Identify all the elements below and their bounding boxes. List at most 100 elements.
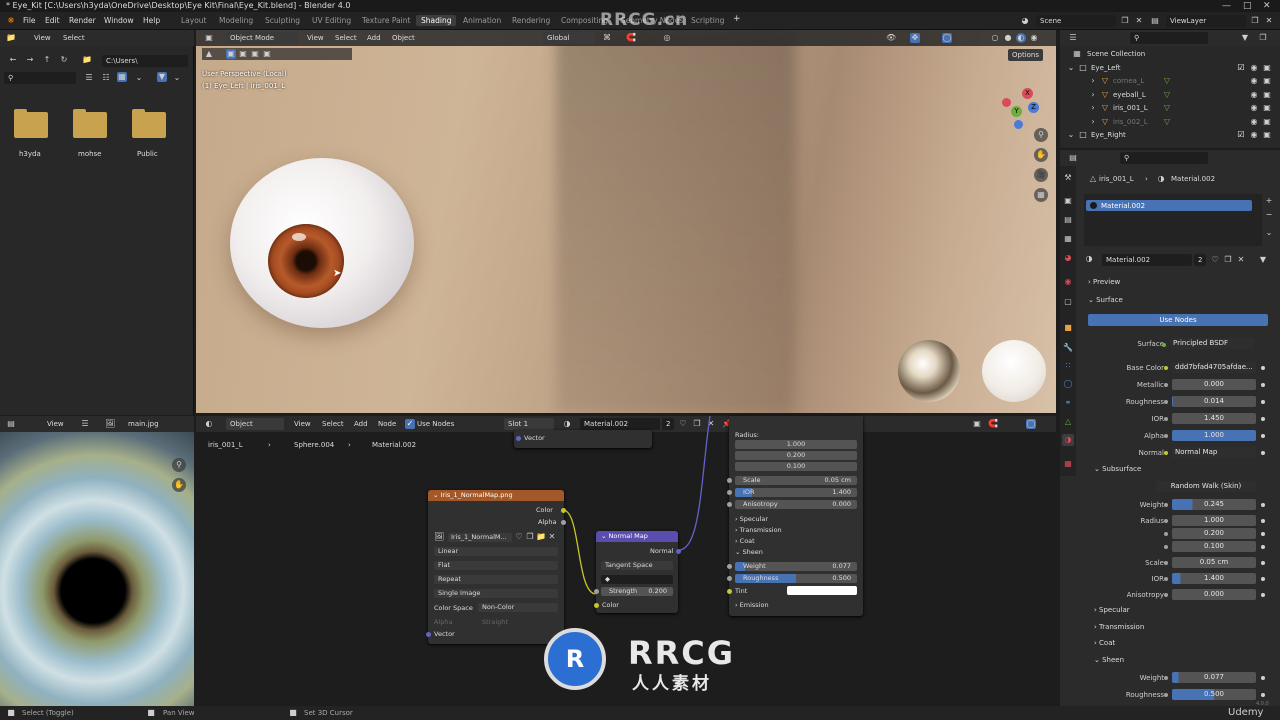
new-folder-icon[interactable]: 📁 [82, 55, 92, 65]
image-icon[interactable]: 🖼 [105, 419, 115, 429]
render-tab-icon[interactable]: ▣ [1062, 195, 1074, 207]
menu-view[interactable]: View [34, 34, 51, 42]
duplicate-icon[interactable]: ❐ [1223, 255, 1233, 265]
normal-node-header[interactable]: ⌄ Normal Map [596, 531, 678, 542]
color-input-socket[interactable] [594, 603, 599, 608]
filter-icon[interactable]: ▼ [157, 72, 167, 82]
ior-field[interactable]: IOR 1.400 [735, 488, 857, 497]
new-collection-icon[interactable]: ❐ [1258, 33, 1268, 43]
keyframe-dot-icon[interactable] [1261, 561, 1265, 565]
render-camera-icon[interactable]: ▣ [1262, 130, 1272, 140]
hamburger-menu-icon[interactable]: ☰ [80, 419, 90, 429]
x-axis-negative-dot[interactable] [1002, 98, 1011, 107]
render-camera-icon[interactable]: ▣ [1262, 63, 1272, 73]
collapsed-section[interactable]: › Transmission [1094, 623, 1144, 631]
outliner-collection-row[interactable]: ⌄ □ Eye_Right ☑ ◉ ▣ [1060, 130, 1280, 142]
keyframe-dot-icon[interactable] [1261, 451, 1265, 455]
vector-socket[interactable] [516, 436, 521, 441]
view-layer-selector[interactable]: ViewLayer [1166, 15, 1246, 27]
menu-file[interactable]: File [23, 16, 36, 25]
visibility-eye-icon[interactable]: ◉ [1249, 90, 1259, 100]
expand-icon[interactable]: › [1088, 117, 1098, 127]
collapsed-section[interactable]: › Specular [1094, 606, 1130, 614]
keyframe-dot-icon[interactable] [1261, 434, 1265, 438]
interpolation-dropdown[interactable]: Linear [434, 547, 558, 556]
strength-field[interactable]: Strength 0.200 [601, 587, 673, 596]
mode-selector[interactable]: Object Mode [226, 32, 298, 44]
input-socket[interactable] [1164, 417, 1168, 421]
expand-icon[interactable]: ⌄ [1066, 63, 1076, 73]
projection-dropdown[interactable]: Flat [434, 561, 558, 570]
tab-uv-editing[interactable]: UV Editing [307, 15, 356, 26]
menu-help[interactable]: Help [143, 16, 160, 25]
tab-shading[interactable]: Shading [416, 15, 457, 26]
delete-scene-icon[interactable]: ✕ [1134, 16, 1144, 26]
surface-socket[interactable] [1162, 343, 1166, 347]
tool-tab-icon[interactable]: ⚒ [1062, 172, 1074, 184]
anisotropy-socket[interactable] [727, 502, 732, 507]
expand-icon[interactable]: › [1088, 103, 1098, 113]
menu-edit[interactable]: Edit [45, 16, 60, 25]
tab-sculpting[interactable]: Sculpting [260, 15, 305, 26]
wireframe-shading-icon[interactable]: ○ [990, 33, 1000, 43]
pan-hand-icon[interactable]: ✋ [1034, 148, 1048, 162]
filter-icon[interactable]: ▼ [1240, 33, 1250, 43]
specular-section[interactable]: › Specular [735, 515, 768, 523]
input-socket[interactable] [1164, 400, 1168, 404]
world-tab-icon[interactable]: ◉ [1062, 276, 1074, 288]
search-input[interactable]: ⚲ [1120, 152, 1208, 164]
surface-shader-field[interactable]: Principled BSDF [1170, 338, 1254, 349]
new-scene-icon[interactable]: ❐ [1120, 16, 1130, 26]
pivot-icon[interactable]: ⌘ [602, 33, 612, 43]
menu-object[interactable]: Object [392, 34, 415, 42]
object-tab-icon[interactable]: ■ [1062, 322, 1074, 334]
input-socket[interactable] [1164, 532, 1168, 536]
list-horizontal-icon[interactable]: ☷ [101, 73, 111, 83]
input-socket[interactable] [1164, 692, 1168, 697]
chevron-down-icon[interactable]: ⌄ [134, 73, 144, 83]
property-value-field[interactable]: 0.077 [1172, 671, 1256, 683]
transmission-section[interactable]: › Transmission [735, 526, 782, 534]
extension-dropdown[interactable]: Repeat [434, 575, 558, 584]
input-socket[interactable] [1164, 561, 1168, 565]
y-axis-dot[interactable]: Y [1011, 106, 1022, 117]
overlay-icon[interactable]: ◯ [942, 33, 952, 43]
property-value-field[interactable]: 1.000 [1172, 515, 1256, 526]
image-browse-icon[interactable]: 🖼 [434, 532, 444, 542]
keyframe-dot-icon[interactable] [1261, 519, 1265, 523]
keyframe-dot-icon[interactable] [1261, 532, 1265, 536]
expand-icon[interactable]: › [1088, 90, 1098, 100]
context-material[interactable]: Material.002 [1171, 175, 1215, 183]
select-extend-icon[interactable]: ▣ [238, 49, 248, 59]
3d-viewport[interactable]: ▣ Object Mode View Select Add Object Glo… [196, 30, 1056, 413]
camera-icon[interactable]: 🎥 [1034, 168, 1048, 182]
preview-section[interactable]: › Preview [1088, 278, 1120, 286]
zoom-icon[interactable]: ⚲ [172, 458, 186, 472]
view-layer-tab-icon[interactable]: ▦ [1062, 233, 1074, 245]
output-tab-icon[interactable]: ▤ [1062, 214, 1074, 226]
editor-type-icon[interactable]: ☰ [1068, 33, 1078, 43]
color-space-dropdown[interactable]: Non-Color [478, 603, 558, 612]
mesh-data-icon[interactable]: ▽ [1162, 90, 1172, 100]
data-tab-icon[interactable]: △ [1062, 416, 1074, 428]
collapsed-section[interactable]: › Coat [1094, 639, 1115, 647]
tab-animation[interactable]: Animation [458, 15, 506, 26]
editor-type-icon[interactable]: 📁 [6, 33, 16, 43]
source-dropdown[interactable]: Single Image [434, 589, 558, 598]
material-slot-list[interactable]: Material.002 [1084, 194, 1262, 246]
uv-map-field[interactable]: ◆ [601, 575, 673, 584]
menu-select[interactable]: Select [335, 34, 357, 42]
search-input[interactable]: ⚲ [1130, 32, 1208, 44]
sheen-weight-field[interactable]: Weight 0.077 [735, 562, 857, 571]
context-object[interactable]: iris_001_L [1099, 175, 1134, 183]
keyframe-dot-icon[interactable] [1261, 383, 1265, 387]
visibility-eye-icon[interactable]: ◉ [1249, 103, 1259, 113]
subsurface-method-dropdown[interactable]: Random Walk (Skin) [1156, 481, 1256, 492]
close-icon[interactable]: ✕ [1263, 0, 1271, 12]
material-slot-item[interactable]: Material.002 [1086, 200, 1252, 211]
sheen-roughness-field[interactable]: Roughness 0.500 [735, 574, 857, 583]
principled-bsdf-node[interactable]: Radius: 1.000 0.200 0.100 Scale 0.05 cm I… [727, 416, 863, 616]
outliner-item-name[interactable]: Eye_Left [1091, 64, 1121, 72]
keyframe-dot-icon[interactable] [1261, 400, 1265, 404]
normal-map-node[interactable]: ⌄ Normal Map Normal Tangent Space ◆ Stre… [594, 531, 681, 613]
